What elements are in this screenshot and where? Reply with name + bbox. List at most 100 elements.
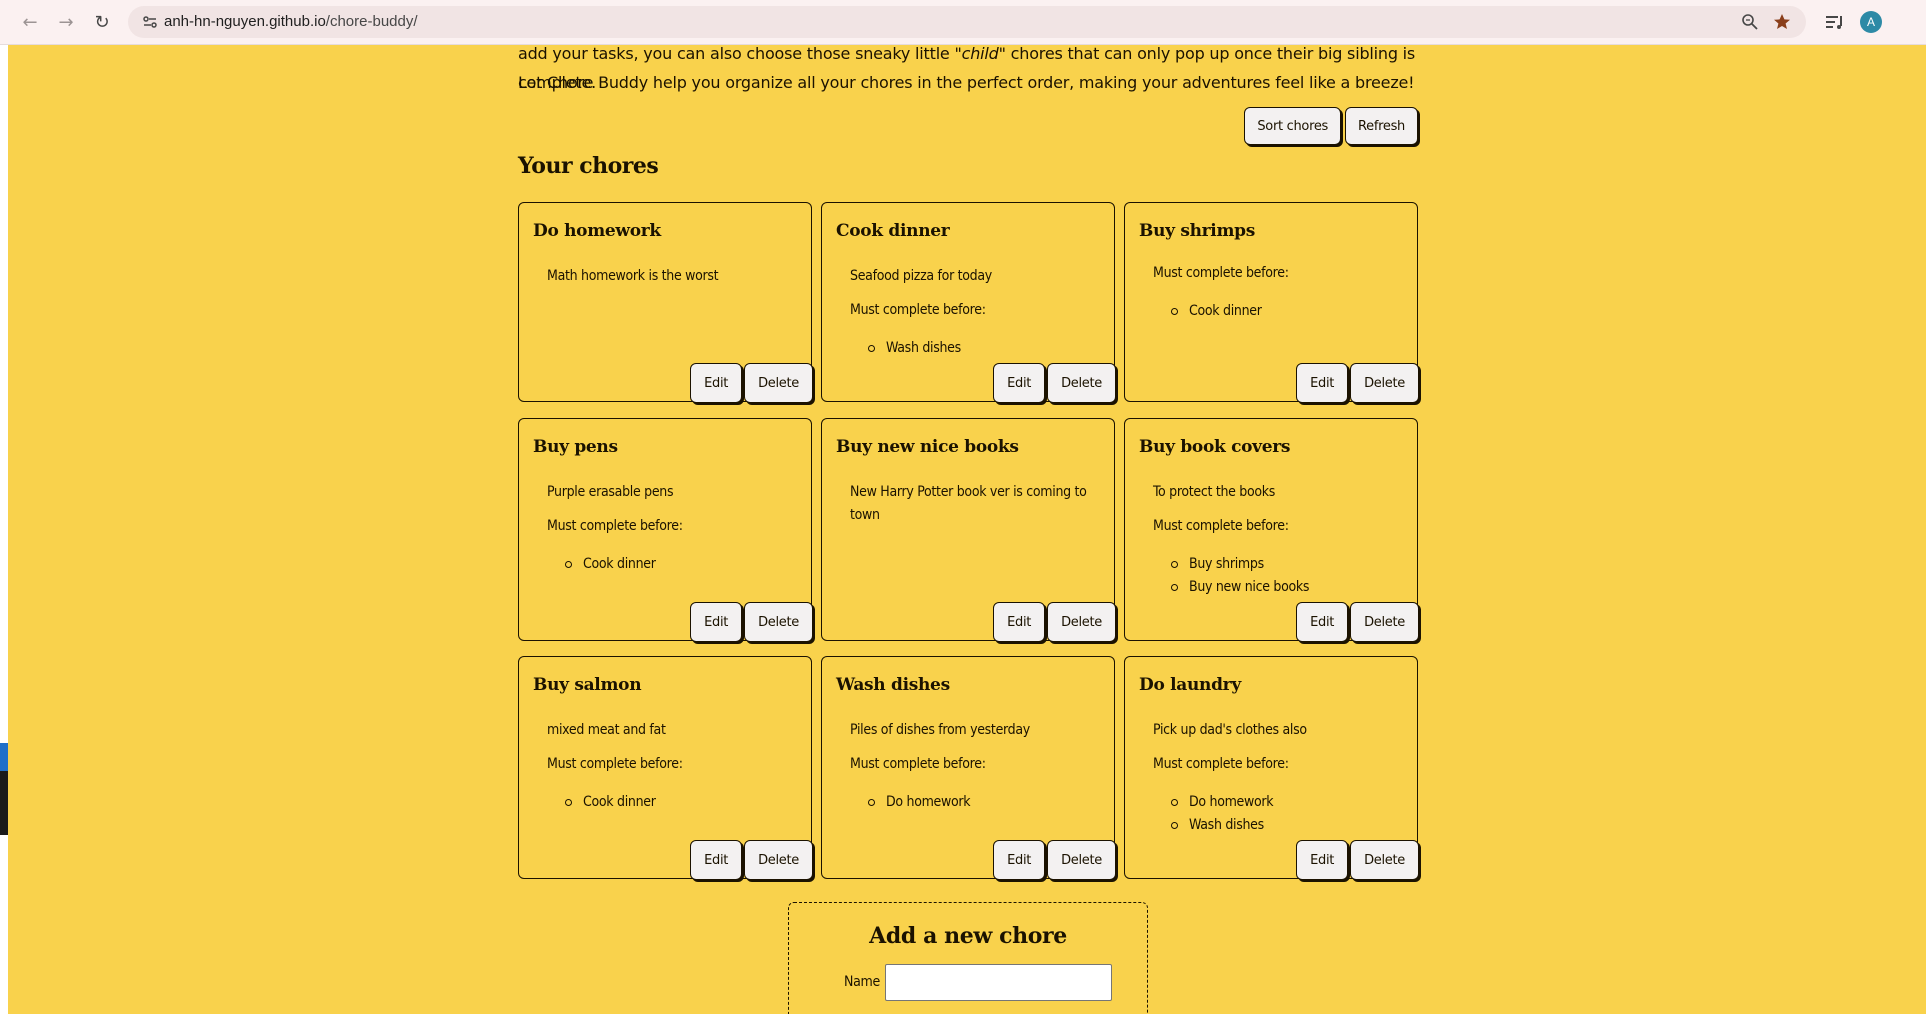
card-actions: Edit Delete — [1296, 363, 1419, 403]
dependency-item: Do homework — [868, 791, 971, 814]
must-complete-label: Must complete before: — [547, 756, 683, 772]
chore-card: Buy book covers To protect the books Must … — [1124, 418, 1419, 642]
chore-description: Seafood pizza for today — [850, 268, 992, 284]
edit-button[interactable]: Edit — [690, 363, 743, 403]
dependency-item: Wash dishes — [1171, 814, 1273, 837]
delete-button[interactable]: Delete — [1047, 363, 1116, 403]
refresh-button[interactable]: Refresh — [1345, 107, 1418, 145]
dependency-item: Do homework — [1171, 791, 1274, 814]
forward-icon[interactable]: → — [54, 11, 78, 35]
card-actions: Edit Delete — [690, 840, 813, 880]
add-chore-form: Add a new chore Name — [788, 902, 1148, 1014]
profile-avatar[interactable]: A — [1860, 11, 1882, 33]
card-actions: Edit Delete — [690, 363, 813, 403]
delete-button[interactable]: Delete — [744, 840, 813, 880]
card-actions: Edit Delete — [993, 602, 1116, 642]
chore-card: Do homework Math homework is the worst Edi… — [518, 202, 813, 403]
dependency-list: Cook dinner — [565, 553, 656, 576]
dependency-list: Do homework Wash dishes — [1171, 791, 1274, 837]
left-edge-strip — [0, 45, 8, 1014]
chore-description: Pick up dad's clothes also — [1153, 722, 1307, 738]
chore-card: Do laundry Pick up dad's clothes also Must… — [1124, 656, 1419, 880]
add-chore-title: Add a new chore — [869, 923, 1067, 949]
left-edge-marker-highlight — [0, 743, 8, 771]
dependency-list: Cook dinner — [565, 791, 656, 814]
dependency-item: Cook dinner — [1171, 300, 1262, 323]
url-host: anh-hn-nguyen.github.io — [164, 13, 326, 30]
delete-button[interactable]: Delete — [744, 363, 813, 403]
chore-title: Buy pens — [533, 437, 618, 457]
card-actions: Edit Delete — [690, 602, 813, 642]
delete-button[interactable]: Delete — [1350, 840, 1419, 880]
must-complete-label: Must complete before: — [547, 518, 683, 534]
delete-button[interactable]: Delete — [1350, 363, 1419, 403]
reading-list-icon[interactable] — [1822, 10, 1846, 34]
dependency-item: Buy new nice books — [1171, 576, 1309, 599]
edit-button[interactable]: Edit — [993, 602, 1046, 642]
edit-button[interactable]: Edit — [1296, 602, 1349, 642]
dependency-list: Do homework — [868, 791, 971, 814]
chore-card: Wash dishes Piles of dishes from yesterda… — [821, 656, 1116, 880]
reload-icon[interactable]: ↻ — [90, 11, 114, 35]
edit-button[interactable]: Edit — [993, 363, 1046, 403]
chore-card: Buy new nice books New Harry Potter book … — [821, 418, 1116, 642]
chore-description: mixed meat and fat — [547, 722, 666, 738]
back-icon[interactable]: ← — [18, 11, 42, 35]
edit-button[interactable]: Edit — [1296, 363, 1349, 403]
must-complete-label: Must complete before: — [1153, 518, 1289, 534]
address-bar[interactable]: anh-hn-nguyen.github.io/chore-buddy/ — [128, 6, 1806, 38]
intro-line-2: Let Chore Buddy help you organize all yo… — [518, 73, 1415, 92]
chore-card: Buy pens Purple erasable pens Must complet… — [518, 418, 813, 642]
chore-title: Cook dinner — [836, 221, 950, 241]
card-actions: Edit Delete — [1296, 602, 1419, 642]
must-complete-label: Must complete before: — [1153, 756, 1289, 772]
delete-button[interactable]: Delete — [744, 602, 813, 642]
top-actions: Sort chores Refresh — [1244, 107, 1418, 145]
chore-title: Do laundry — [1139, 675, 1241, 695]
chore-description: New Harry Potter book ver is coming to t… — [850, 484, 1087, 523]
edit-button[interactable]: Edit — [690, 602, 743, 642]
chore-title: Buy new nice books — [836, 437, 1019, 457]
chore-card: Buy salmon mixed meat and fat Must complet… — [518, 656, 813, 880]
sort-chores-button[interactable]: Sort chores — [1244, 107, 1341, 145]
url-path: /chore-buddy/ — [325, 13, 418, 30]
chore-title: Buy shrimps — [1139, 221, 1256, 241]
chore-description: Math homework is the worst — [547, 268, 719, 284]
name-input[interactable] — [885, 964, 1112, 1001]
site-settings-icon[interactable] — [142, 14, 158, 30]
chore-description: Purple erasable pens — [547, 484, 674, 500]
url-text[interactable]: anh-hn-nguyen.github.io/chore-buddy/ — [164, 13, 418, 30]
card-actions: Edit Delete — [993, 363, 1116, 403]
card-actions: Edit Delete — [1296, 840, 1419, 880]
zoom-icon[interactable] — [1740, 12, 1760, 32]
chore-card: Cook dinner Seafood pizza for today Must c… — [821, 202, 1116, 403]
must-complete-label: Must complete before: — [1153, 265, 1289, 281]
delete-button[interactable]: Delete — [1047, 840, 1116, 880]
intro-text-a: add your tasks, you can also choose thos… — [518, 44, 955, 63]
bookmark-star-icon[interactable] — [1772, 12, 1792, 32]
dependency-item: Buy shrimps — [1171, 553, 1309, 576]
chore-description: Piles of dishes from yesterday — [850, 722, 1030, 738]
name-label: Name — [844, 974, 880, 990]
dependency-item: Cook dinner — [565, 553, 656, 576]
delete-button[interactable]: Delete — [1047, 602, 1116, 642]
dependency-item: Cook dinner — [565, 791, 656, 814]
chore-description: To protect the books — [1153, 484, 1276, 500]
dependency-list: Cook dinner — [1171, 300, 1262, 323]
chore-title: Buy salmon — [533, 675, 642, 695]
card-actions: Edit Delete — [993, 840, 1116, 880]
chore-card: Buy shrimps Must complete before: Cook din… — [1124, 202, 1419, 403]
chore-title: Buy book covers — [1139, 437, 1291, 457]
dependency-item: Wash dishes — [868, 337, 961, 360]
edit-button[interactable]: Edit — [690, 840, 743, 880]
must-complete-label: Must complete before: — [850, 302, 986, 318]
delete-button[interactable]: Delete — [1350, 602, 1419, 642]
dependency-list: Wash dishes — [868, 337, 961, 360]
intro-emphasis: "child" — [954, 44, 1006, 63]
edit-button[interactable]: Edit — [1296, 840, 1349, 880]
chore-title: Wash dishes — [836, 675, 950, 695]
must-complete-label: Must complete before: — [850, 756, 986, 772]
edit-button[interactable]: Edit — [993, 840, 1046, 880]
dependency-list: Buy shrimps Buy new nice books — [1171, 553, 1309, 599]
section-title: Your chores — [518, 153, 659, 179]
